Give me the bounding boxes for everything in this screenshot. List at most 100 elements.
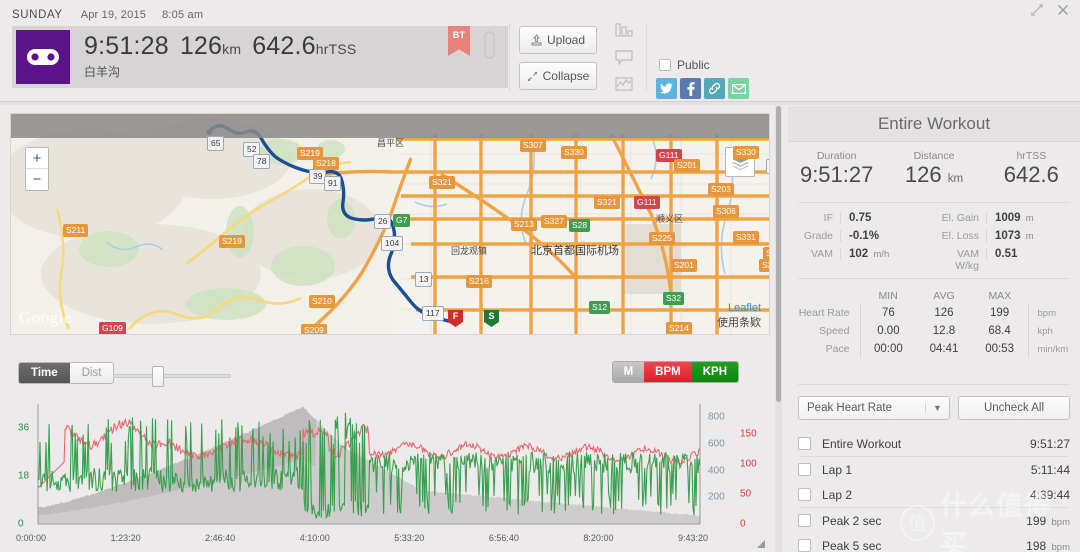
secondary-stats-left: IF 0.75 Grade -0.1% VAM 102 m/h — [788, 212, 934, 266]
page-title: Entire Workout — [877, 113, 991, 133]
map-shield: 22 — [766, 159, 769, 174]
minmax-column-header — [788, 288, 860, 304]
collapse-button[interactable]: Collapse — [519, 62, 597, 90]
leaflet-attribution[interactable]: Leaflet — [728, 302, 761, 314]
content-scrollbar-thumb[interactable] — [776, 106, 781, 402]
divider — [509, 24, 510, 92]
map-shield: 65 — [207, 136, 225, 151]
lap-name: Entire Workout — [822, 436, 902, 451]
minmax-column-header: MIN — [878, 290, 898, 302]
uncheck-all-button[interactable]: Uncheck All — [958, 396, 1070, 420]
primary-stat: Distance 126 km — [885, 150, 982, 187]
table-row: Speed 0.00 12.8 68.4 kph — [788, 322, 1080, 340]
divider — [798, 202, 1070, 203]
table-row: Pace 00:00 04:41 00:53 min/km — [788, 340, 1080, 358]
content-scrollbar[interactable] — [775, 106, 782, 552]
map-shield: S201 — [674, 159, 700, 172]
facebook-share-button[interactable] — [680, 78, 701, 99]
map-shield: S12 — [589, 301, 611, 314]
upload-icon — [531, 34, 542, 46]
toggle-heartrate-bpm[interactable]: BPM — [644, 362, 692, 382]
toggle-elevation-m[interactable]: M — [612, 362, 645, 382]
twitter-share-button[interactable] — [656, 78, 677, 99]
map-shield: S331 — [733, 231, 759, 244]
map-terms-label[interactable]: 使用条欵 — [717, 314, 761, 330]
status-badge-label: BT — [452, 30, 466, 40]
tab-dist[interactable]: Dist — [69, 363, 114, 383]
link-share-button[interactable] — [704, 78, 725, 99]
lap-checkbox[interactable] — [798, 488, 811, 501]
map-shield: G7 — [393, 214, 411, 227]
map-shield: S32 — [663, 292, 685, 305]
headline-tss-unit: hrTSS — [315, 41, 357, 57]
route-map[interactable]: + − Google Leaflet 使用条欵 F S 65 52 78 S219 S2… — [10, 113, 770, 335]
chart-x-tick: 6:56:40 — [488, 533, 519, 543]
chart-svg — [37, 404, 701, 525]
lap-name: Lap 2 — [822, 487, 853, 502]
toggle-speed-kph[interactable]: KPH — [691, 362, 738, 382]
lap-row[interactable]: Peak 5 sec 198 bpm — [798, 533, 1070, 552]
lap-checkbox[interactable] — [798, 539, 811, 552]
map-shield: S218 — [313, 157, 339, 170]
primary-stat-value: 642.6 — [1003, 162, 1059, 187]
map-zoom-out-button[interactable]: − — [26, 169, 48, 190]
map-shield: 91 — [324, 176, 342, 191]
chart-plot-area[interactable]: 0 18 36 200 400 600 800 0 50 100 150 0:00:00 1:23… — [0, 396, 772, 552]
chart-y-tick-heartrate: 50 — [740, 488, 752, 500]
secondary-stat-row: Grade -0.1% — [803, 230, 880, 242]
public-checkbox[interactable] — [659, 59, 671, 71]
peak-metric-select[interactable]: Peak Heart Rate ▼ — [798, 396, 950, 420]
twitter-icon — [660, 83, 673, 94]
bar-chart-icon[interactable] — [615, 22, 635, 40]
smoothing-slider[interactable] — [113, 366, 231, 387]
map-shield: S330 — [733, 146, 759, 159]
chart-x-tick: 2:46:40 — [205, 533, 236, 543]
lap-checkbox[interactable] — [798, 514, 811, 527]
lap-row[interactable]: Lap 1 5:11:44 — [798, 457, 1070, 482]
chart-y-tick-heartrate: 0 — [740, 518, 746, 530]
resize-handle-icon[interactable] — [756, 536, 766, 548]
tab-time[interactable]: Time — [19, 363, 70, 383]
map-shield: S210 — [309, 295, 335, 308]
lap-checkbox[interactable] — [798, 437, 811, 450]
workout-summary-bar[interactable]: 9:51:28 126km 642.6hrTSS 白羊沟 BT — [12, 26, 508, 88]
upload-button[interactable]: Upload — [519, 26, 597, 54]
smoothing-slider-handle[interactable] — [152, 366, 164, 387]
headline-distance-unit: km — [222, 41, 242, 57]
close-icon[interactable] — [1056, 3, 1072, 19]
map-zoom-in-button[interactable]: + — [26, 148, 48, 169]
map-place-label: 回龙观镇 — [451, 246, 488, 256]
paperclip-icon[interactable] — [483, 30, 496, 60]
line-chart-icon[interactable] — [615, 76, 635, 94]
email-share-button[interactable] — [728, 78, 749, 99]
comment-icon[interactable] — [615, 49, 635, 67]
map-shield: S330 — [561, 146, 587, 159]
map-shield: 78 — [253, 154, 271, 169]
chart-y-tick-speed: 18 — [18, 470, 30, 482]
lap-checkbox[interactable] — [798, 463, 811, 476]
lap-row[interactable]: Peak 2 sec 199 bpm — [798, 508, 1070, 533]
chart-y-tick-elevation: 600 — [708, 438, 725, 450]
lap-row[interactable]: Entire Workout 9:51:27 — [798, 431, 1070, 456]
primary-stat-label: hrTSS — [1016, 150, 1047, 162]
headline-distance: 126 — [179, 32, 223, 60]
minmax-body: Heart Rate 76 126 199 bpm Speed 0.00 12.8 68.4 kp… — [788, 304, 1080, 358]
chart-y-tick-speed: 36 — [18, 422, 30, 434]
secondary-stat-row: El. Loss 1073 m — [941, 230, 1034, 242]
map-shield: S216 — [466, 275, 492, 288]
map-shield: S332 — [759, 259, 769, 272]
map-shield: S28 — [569, 219, 591, 232]
collapse-label: Collapse — [542, 69, 590, 83]
map-shield: S224 — [763, 247, 769, 260]
map-shield: S213 — [511, 218, 537, 231]
minmax-header-row: MIN AVG MAX — [788, 288, 1080, 304]
lap-row[interactable]: Lap 2 4:39:44 — [798, 482, 1070, 507]
secondary-stat-row: El. Gain 1009 m — [941, 212, 1034, 224]
map-zoom-control: + − — [25, 147, 49, 191]
restore-icon[interactable] — [1030, 3, 1046, 19]
panel-title-bar: Entire Workout — [788, 106, 1080, 142]
lap-name: Lap 1 — [822, 462, 853, 477]
chart-y-tick-heartrate: 150 — [740, 428, 757, 440]
chart-x-tick: 0:00:00 — [16, 533, 47, 543]
facebook-icon — [686, 81, 695, 96]
